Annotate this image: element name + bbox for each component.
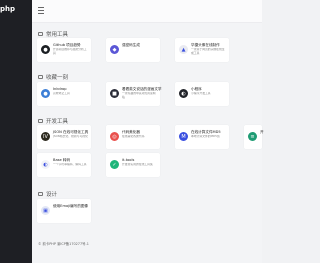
main-content: 常用工具 收藏一刻 开发工具 设计 ● Github 项目趋势 开源项目推荐与趋势分… — [32, 0, 264, 263]
emoji-icon: ▣ — [41, 206, 50, 215]
shield-icon: ◆ — [110, 45, 119, 54]
json-icon: IV — [41, 132, 50, 141]
avatar-icon: ▲ — [179, 45, 188, 54]
folder-icon — [38, 32, 43, 36]
brand-logo[interactable]: php — [0, 5, 15, 13]
section-title-dev: 开发工具 — [38, 117, 68, 125]
tool-card[interactable]: ▣ 使用Emoji编写的图像 — [37, 199, 91, 223]
base-icon: ◐ — [41, 160, 50, 169]
tool-card[interactable]: ▲ 华捷头像在线制作 一款基于网页的头像在线生成工具 — [175, 38, 229, 62]
tool-card-desc: 开发者实用的在线工具集 — [122, 163, 153, 166]
md5-icon: M — [179, 132, 188, 141]
section-title-common: 常用工具 — [38, 30, 68, 38]
folder-icon — [38, 119, 43, 123]
tool-card-desc: 小程序开发工具 — [191, 92, 211, 95]
tool-card-desc — [260, 135, 296, 143]
tool-card-desc: 开源项目推荐与趋势分析工具 — [53, 48, 87, 55]
tool-card-desc: 一款有趣的中英对照阅读网站 — [122, 92, 156, 99]
tool-card[interactable]: ● Github 项目趋势 开源项目推荐与趋势分析工具 — [37, 38, 91, 62]
section-title-design: 设计 — [38, 190, 57, 198]
tool-card[interactable]: IV JSON 在线可视化工具 JSON格式化、校验与可视化 — [37, 125, 91, 149]
tool-card-title: Inkdrop — [53, 87, 67, 91]
folder-icon — [38, 192, 43, 196]
tool-card[interactable]: ◆ 强密码生成 — [106, 38, 160, 62]
tool-card[interactable]: ✓ it-tools 开发者实用的在线工具集 — [106, 153, 160, 177]
beautify-icon: ◎ — [110, 132, 119, 141]
footer-text: © 前卡PHP 渝ICP备170277号-1 — [38, 242, 89, 246]
inkdrop-icon: ● — [41, 89, 50, 98]
tool-card[interactable]: ◎ 代码美化器 在线美化各类代码 — [106, 125, 160, 149]
section-title-collect: 收藏一刻 — [38, 73, 68, 81]
tool-card-desc — [122, 48, 158, 56]
tool-card-desc: JSON格式化、校验与可视化 — [53, 135, 88, 138]
tool-card-desc: 高效笔记工具 — [53, 92, 70, 95]
tool-card-desc: 本地计算文件的MD5值 — [191, 135, 220, 138]
folder-icon — [38, 75, 43, 79]
comic-icon: ■ — [110, 89, 119, 98]
tool-card-desc: 一个字符串编码、解码工具 — [53, 163, 87, 166]
github-icon: ● — [41, 45, 50, 54]
tool-card[interactable]: M 在线计算文件MD5 本地计算文件的MD5值 — [175, 125, 229, 149]
dev-icon: ≡ — [248, 132, 257, 141]
tool-card[interactable]: ≡ 开 — [244, 125, 264, 149]
sidebar: php — [0, 0, 32, 263]
tool-card[interactable]: ◐ Base 转码 一个字符串编码、解码工具 — [37, 153, 91, 177]
tool-card[interactable]: ◐ 小程序 小程序开发工具 — [175, 82, 229, 106]
top-bar — [32, 0, 262, 23]
tool-card[interactable]: ■ 看看英文说话的漫画文学 一款有趣的中英对照阅读网站 — [106, 82, 162, 106]
miniapp-icon: ◐ — [179, 89, 188, 98]
tool-card-desc: 在线美化各类代码 — [122, 135, 145, 138]
tool-card[interactable]: ● Inkdrop 高效笔记工具 — [37, 82, 91, 106]
tool-card-desc: 一款基于网页的头像在线生成工具 — [191, 48, 225, 55]
menu-icon[interactable] — [38, 7, 44, 14]
tool-card-desc — [53, 209, 89, 217]
ittools-icon: ✓ — [110, 160, 119, 169]
tool-card-title: it-tools — [122, 158, 135, 162]
